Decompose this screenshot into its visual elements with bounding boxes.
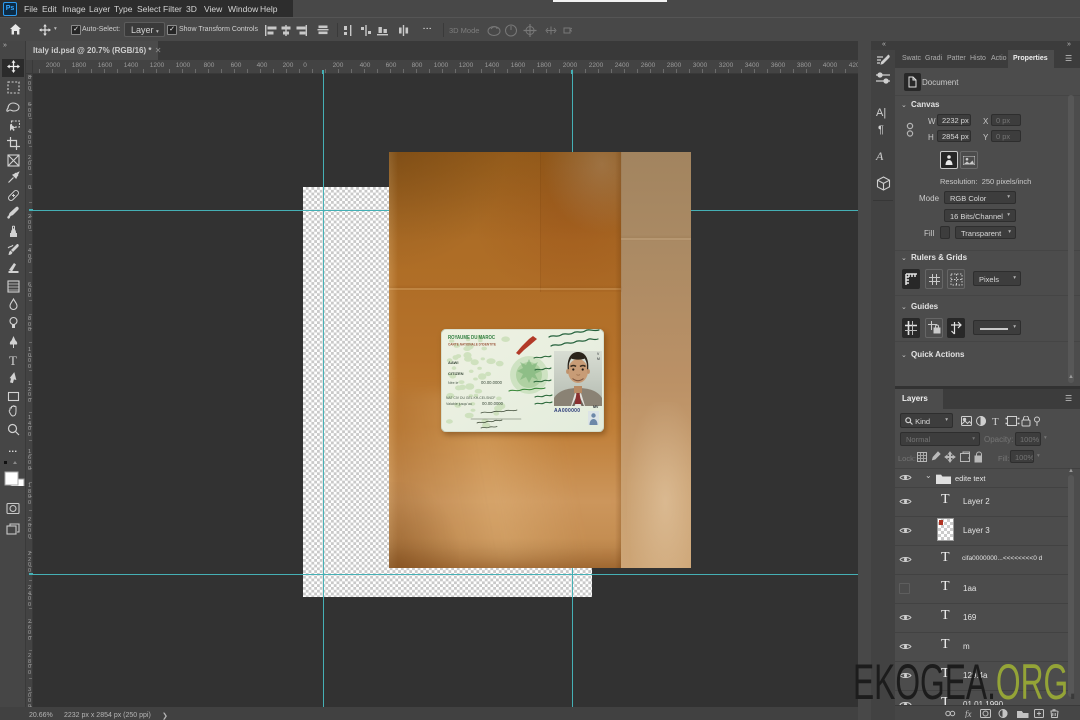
svg-text:AAWI: AAWI xyxy=(448,360,458,365)
svg-text:ROYAUME DU MAROC: ROYAUME DU MAROC xyxy=(448,335,495,341)
svg-text:Valable jusqu'au: Valable jusqu'au xyxy=(446,402,472,406)
svg-text:CARTE NATIONALE D'IDENTITE: CARTE NATIONALE D'IDENTITE xyxy=(448,343,496,347)
svg-text:00.00.0000: 00.00.0000 xyxy=(482,401,504,406)
svg-text:M: M xyxy=(597,357,600,361)
svg-text:MV: MV xyxy=(593,405,599,409)
svg-text:fx: fx xyxy=(965,709,972,718)
svg-text:00.00.0000: 00.00.0000 xyxy=(481,380,503,385)
svg-text:NAT CIV DU GEL KH-CEI-SNCF: NAT CIV DU GEL KH-CEI-SNCF xyxy=(446,396,495,400)
svg-text:CITIZEN: CITIZEN xyxy=(448,371,464,376)
svg-text:AA000000: AA000000 xyxy=(554,408,580,414)
svg-text:Née le: Née le xyxy=(448,381,458,385)
